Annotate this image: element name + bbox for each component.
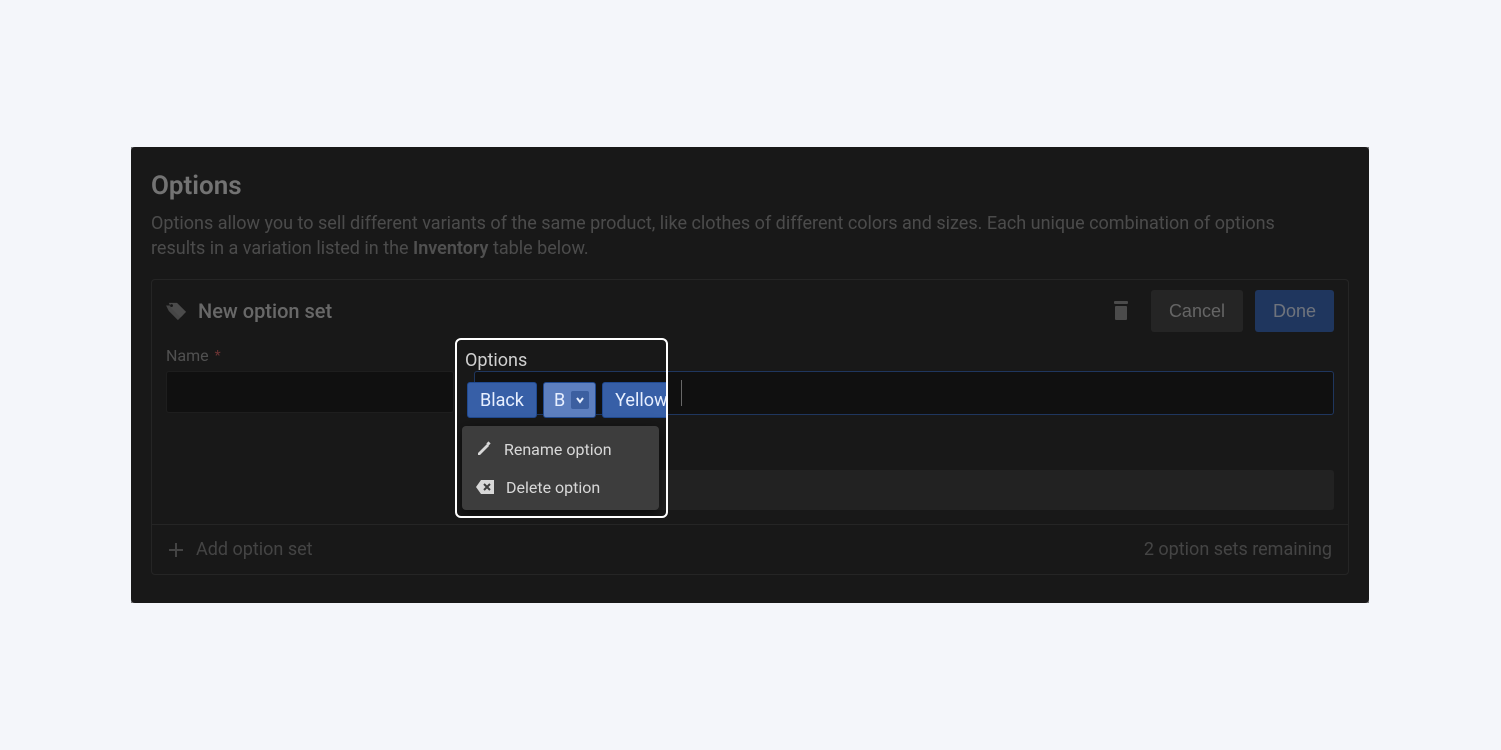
card-header-title: New option set [166, 299, 1091, 323]
add-option-set-label: Add option set [196, 539, 313, 560]
option-set-card: New option set Cancel Done Name * [151, 279, 1349, 575]
option-chip-yellow[interactable]: Yellow [602, 382, 666, 418]
chevron-down-icon[interactable] [571, 391, 589, 409]
panel-description-pre: Options allow you to sell different vari… [151, 213, 1275, 259]
chip-selected-label: B [554, 390, 565, 411]
option-chip-selected[interactable]: B [543, 382, 596, 418]
panel-description: Options allow you to sell different vari… [151, 211, 1301, 261]
tags-icon [166, 301, 188, 321]
card-body: Name * Options e option. [152, 342, 1348, 524]
options-chips-row: Black B Yellow [467, 382, 666, 418]
option-context-menu: Rename option Delete option [462, 426, 659, 510]
form-row: Name * Options e option. [166, 346, 1334, 510]
pencil-icon [476, 441, 492, 457]
chip-black-label: Black [480, 390, 524, 411]
cancel-button[interactable]: Cancel [1151, 290, 1243, 332]
delete-option-label: Delete option [506, 478, 600, 497]
name-column: Name * [166, 346, 454, 413]
chip-yellow-label: Yellow [615, 390, 666, 411]
backspace-icon [476, 480, 494, 494]
done-button[interactable]: Done [1255, 290, 1334, 332]
required-star-icon: * [215, 348, 221, 364]
name-label: Name * [166, 346, 454, 365]
add-option-set-button[interactable]: Add option set [168, 539, 313, 560]
plus-icon [168, 542, 184, 558]
name-input[interactable] [166, 371, 454, 413]
panel-description-post: table below. [493, 238, 589, 259]
rename-option-item[interactable]: Rename option [462, 430, 659, 468]
options-field-label: Options [465, 350, 527, 371]
card-header: New option set Cancel Done [152, 280, 1348, 342]
card-title-text: New option set [198, 299, 332, 323]
text-cursor [681, 380, 682, 406]
delete-option-item[interactable]: Delete option [462, 468, 659, 506]
rename-option-label: Rename option [504, 440, 612, 459]
card-footer: Add option set 2 option sets remaining [152, 524, 1348, 574]
panel-description-bold: Inventory [413, 238, 488, 259]
panel-title: Options [151, 171, 1349, 201]
delete-option-set-button[interactable] [1103, 293, 1139, 329]
options-popover: Options Black B Yellow Rename opt [457, 340, 666, 516]
options-panel: Options Options allow you to sell differ… [131, 147, 1369, 603]
name-label-text: Name [166, 346, 209, 365]
option-chip-black[interactable]: Black [467, 382, 537, 418]
remaining-count-label: 2 option sets remaining [1144, 539, 1332, 560]
